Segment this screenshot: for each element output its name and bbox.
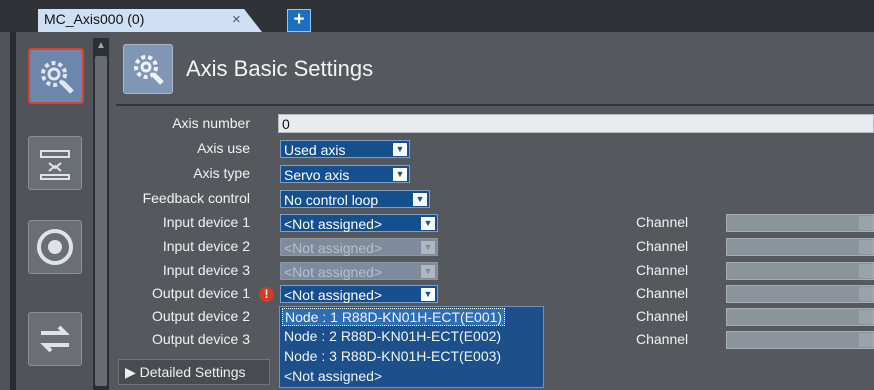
tab-close-icon[interactable]: × (232, 11, 241, 28)
feedback-control-value: No control loop (284, 192, 379, 208)
ruler-icon (40, 150, 70, 180)
axis-use-select[interactable]: Used axis ▼ (280, 140, 410, 158)
scroll-up-icon[interactable]: ▲ (93, 38, 109, 54)
operation-nav-button[interactable] (28, 220, 82, 274)
feedback-control-select[interactable]: No control loop ▼ (280, 190, 430, 208)
channel-label-3: Channel (636, 262, 689, 278)
input-device-2-value: <Not assigned> (284, 240, 383, 256)
chevron-down-icon (859, 333, 873, 347)
channel-select-3 (726, 262, 874, 280)
axis-basic-settings-nav-button[interactable] (28, 48, 84, 104)
chevron-down-icon[interactable]: ▼ (393, 168, 407, 181)
channel-select-1 (726, 214, 874, 232)
channel-label-5: Channel (636, 308, 689, 324)
input-device-1-label: Input device 1 (162, 214, 250, 230)
output-device-dropdown-list: Node : 1 R88D-KN01H-ECT(E001) Node : 2 R… (279, 306, 544, 388)
dropdown-option-node2[interactable]: Node : 2 R88D-KN01H-ECT(E002) (284, 328, 501, 344)
rail-divider (10, 32, 16, 390)
chevron-down-icon: ▼ (421, 265, 435, 278)
gear-search-icon (134, 55, 164, 85)
axis-number-field[interactable]: 0 (278, 114, 874, 133)
input-device-1-value: <Not assigned> (284, 216, 383, 232)
dial-icon (37, 229, 73, 265)
output-device-1-value: <Not assigned> (284, 287, 383, 303)
axis-type-select[interactable]: Servo axis ▼ (280, 165, 410, 183)
chevron-down-icon (859, 240, 873, 254)
swap-arrows-icon (40, 325, 70, 353)
chevron-down-icon (859, 310, 873, 324)
scroll-thumb[interactable] (95, 56, 107, 386)
output-device-1-select[interactable]: <Not assigned> ▼ (280, 285, 438, 303)
chevron-down-icon[interactable]: ▼ (421, 217, 435, 230)
chevron-down-icon: ▼ (421, 241, 435, 254)
chevron-down-icon (859, 287, 873, 301)
units-nav-button[interactable] (28, 136, 82, 190)
chevron-down-icon (859, 216, 873, 230)
input-device-1-select[interactable]: <Not assigned> ▼ (280, 214, 438, 232)
detailed-settings-button[interactable]: ▶ Detailed Settings (118, 359, 270, 385)
channel-select-4 (726, 285, 874, 303)
dropdown-option-node1[interactable]: Node : 1 R88D-KN01H-ECT(E001) (282, 308, 506, 326)
axis-type-label: Axis type (193, 165, 250, 181)
axis-type-value: Servo axis (284, 167, 350, 183)
input-device-3-label: Input device 3 (162, 262, 250, 278)
input-device-3-select: <Not assigned> ▼ (280, 262, 438, 280)
input-device-2-select: <Not assigned> ▼ (280, 238, 438, 256)
feedback-control-label: Feedback control (142, 190, 250, 206)
header-icon (123, 44, 173, 94)
gear-search-icon (41, 61, 74, 94)
position-nav-button[interactable] (28, 312, 82, 366)
channel-label-6: Channel (636, 331, 689, 347)
channel-label-2: Channel (636, 238, 689, 254)
output-device-2-label: Output device 2 (151, 308, 250, 324)
axis-number-label: Axis number (172, 115, 250, 131)
axis-use-label: Axis use (197, 140, 250, 156)
input-device-3-value: <Not assigned> (284, 264, 383, 280)
dropdown-option-not-assigned[interactable]: <Not assigned> (284, 368, 382, 384)
channel-select-5 (726, 308, 874, 326)
dropdown-option-node3[interactable]: Node : 3 R88D-KN01H-ECT(E003) (284, 348, 501, 364)
tab-label: MC_Axis000 (0) (44, 11, 145, 27)
channel-label-4: Channel (636, 285, 689, 301)
warning-icon: ! (259, 287, 274, 302)
chevron-down-icon[interactable]: ▼ (421, 288, 435, 301)
chevron-down-icon[interactable]: ▼ (393, 143, 407, 156)
header-divider (116, 104, 874, 106)
channel-select-2 (726, 238, 874, 256)
chevron-down-icon (859, 264, 873, 278)
axis-use-value: Used axis (284, 142, 346, 158)
add-tab-button[interactable]: + (287, 9, 311, 32)
channel-label-1: Channel (636, 214, 689, 230)
input-device-2-label: Input device 2 (162, 238, 250, 254)
chevron-down-icon[interactable]: ▼ (413, 193, 427, 206)
channel-select-6 (726, 331, 874, 349)
output-device-3-label: Output device 3 (151, 331, 250, 347)
output-device-1-label: Output device 1 (151, 285, 250, 301)
page-title: Axis Basic Settings (186, 56, 374, 81)
